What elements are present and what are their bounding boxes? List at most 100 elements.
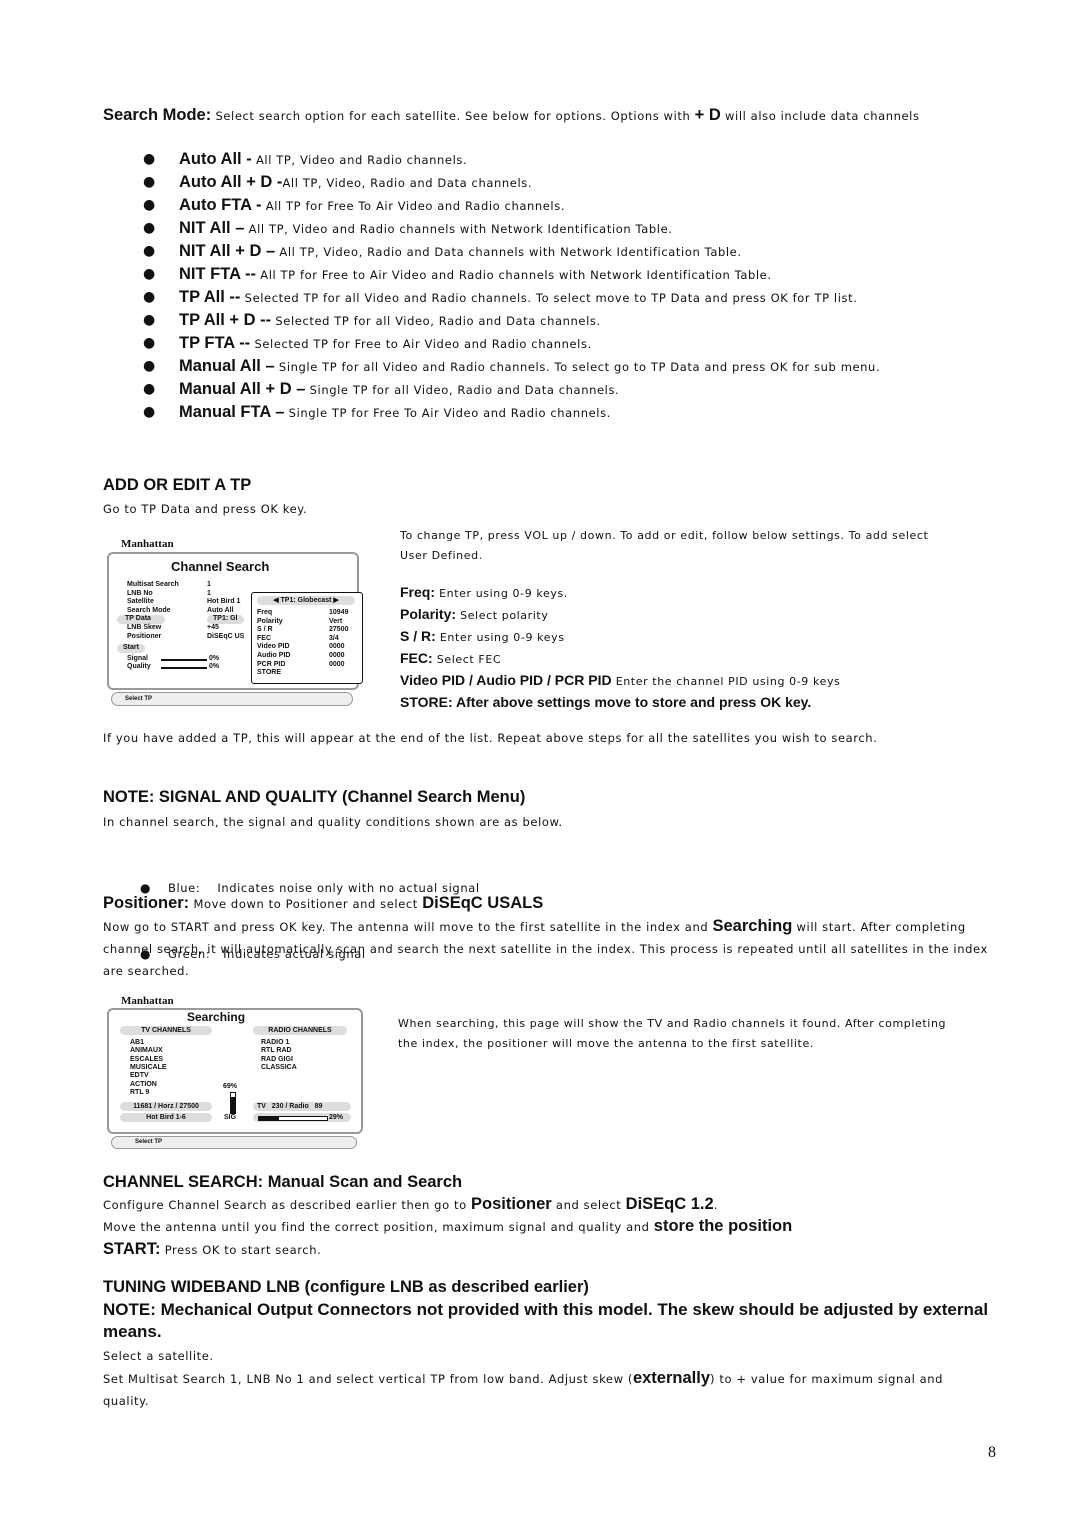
search-mode-paragraph: Search Mode: Select search option for ea… xyxy=(103,104,993,127)
option-desc: All TP, Video, Radio and Data channels w… xyxy=(275,245,742,259)
bold-term: DiSEqC USALS xyxy=(422,894,544,912)
bold-term: Search Mode: xyxy=(103,106,212,124)
option-term: TP All + D -- xyxy=(179,311,272,329)
bullet-icon: ● xyxy=(143,197,156,213)
menu-label: Satellite xyxy=(127,598,154,606)
positioner-paragraph: Now go to START and press OK key. The an… xyxy=(103,915,993,982)
list-item: ● Manual All + D – Single TP for all Vide… xyxy=(103,378,993,401)
text: Select search option for each satellite.… xyxy=(211,109,695,123)
list-item: ● Auto All - All TP, Video and Radio chan… xyxy=(103,148,993,171)
tp-field-label: Polarity xyxy=(257,617,283,625)
quality-label: Quality xyxy=(127,663,151,670)
option-desc: All TP for Free to Air Video and Radio c… xyxy=(255,268,772,282)
radio-channel-item: RTL RAD xyxy=(261,1047,292,1055)
menu-value: Hot Bird 1 xyxy=(207,598,241,606)
setting-line: Video PID / Audio PID / PCR PID Enter th… xyxy=(400,670,960,692)
option-term: Auto All - xyxy=(179,150,252,168)
tp-field-label: Freq xyxy=(257,609,273,616)
setting-line: FEC: Select FEC xyxy=(400,648,960,670)
help-text: Select TP xyxy=(125,696,153,702)
list-item: ● TP All -- Selected TP for all Video and… xyxy=(103,286,993,309)
tp-field-label: STORE xyxy=(257,669,281,677)
bullet-icon: ● xyxy=(143,243,156,259)
satellite-info: Hot Bird 1-6 xyxy=(120,1113,212,1122)
radio-header: RADIO CHANNELS xyxy=(253,1026,347,1035)
brand-logo: Manhattan xyxy=(121,538,174,550)
text: Enter using 0-9 keys. xyxy=(435,587,568,600)
tv-channel-item: ANIMAUX xyxy=(130,1047,163,1055)
option-desc: Selected TP for all Video, Radio and Dat… xyxy=(271,314,601,328)
screen-title: Searching xyxy=(187,1010,246,1024)
add-tp-intro: Go to TP Data and press OK key. xyxy=(103,502,308,516)
brand-logo: Manhattan xyxy=(121,995,174,1007)
option-term: NIT All – xyxy=(179,219,245,237)
setting-line: STORE: After above settings move to stor… xyxy=(400,692,960,714)
option-desc: All TP, Video and Radio channels. xyxy=(251,153,468,167)
option-term: Manual FTA – xyxy=(179,403,285,421)
bold-term: Positioner: xyxy=(103,894,190,912)
setting-line: Polarity: Select polarity xyxy=(400,604,960,626)
tp-field-value: 10949 xyxy=(329,609,349,616)
option-term: Manual All + D – xyxy=(179,380,306,398)
list-item: ● TP FTA -- Selected TP for Free to Air V… xyxy=(103,332,993,355)
option-term: NIT FTA -- xyxy=(179,265,256,283)
bold-term: + D xyxy=(694,106,721,124)
text: . xyxy=(713,1198,718,1212)
screen-title: Channel Search xyxy=(171,559,270,574)
text: will also include data channels xyxy=(720,109,920,123)
bold-term: DiSEqC 1.2 xyxy=(625,1195,714,1213)
tp-field-value: 0000 xyxy=(329,660,345,668)
searching-screenshot: Manhattan Searching TV CHANNELS RADIO CH… xyxy=(103,996,365,1151)
progress-bar xyxy=(258,1116,328,1121)
option-desc: Single TP for Free To Air Video and Radi… xyxy=(284,406,611,420)
tp-field-label: Audio PID xyxy=(257,652,291,659)
bold-term: store the position xyxy=(653,1217,793,1235)
manual-line-2: Move the antenna until you find the corr… xyxy=(103,1215,993,1238)
tuning-heading: TUNING WIDEBAND LNB (configure LNB as de… xyxy=(103,1278,589,1296)
list-item: ● Manual All – Single TP for all Video an… xyxy=(103,355,993,378)
tuning-note: NOTE: Mechanical Output Connectors not p… xyxy=(103,1300,989,1341)
option-desc: Single TP for all Video, Radio and Data … xyxy=(305,383,620,397)
menu-value: Auto All xyxy=(207,606,234,614)
bold-term: S / R: xyxy=(400,628,436,644)
tp-field-value: 0000 xyxy=(329,643,345,651)
list-item: ● NIT FTA -- All TP for Free to Air Video… xyxy=(103,263,993,286)
bold-term: Positioner xyxy=(470,1195,552,1213)
channel-counts: TV 230 / Radio 89 xyxy=(253,1102,351,1111)
tp-field-label: FEC xyxy=(257,634,271,642)
tv-channel-item: RTL 9 xyxy=(130,1088,150,1096)
tuning-line-1: Select a satellite. xyxy=(103,1349,214,1363)
bold-term: Freq: xyxy=(400,584,435,600)
bullet-icon: ● xyxy=(143,312,156,328)
option-term: TP All -- xyxy=(179,288,241,306)
menu-label: LNB No xyxy=(127,589,153,597)
tv-channel-item: AB1 xyxy=(130,1039,145,1046)
text: Press OK to start search. xyxy=(160,1243,322,1257)
bullet-icon: ● xyxy=(143,174,156,190)
note-signal-heading: NOTE: SIGNAL AND QUALITY (Channel Search… xyxy=(103,788,526,806)
menu-value: DiSEqC US xyxy=(207,632,245,640)
bold-term: Polarity: xyxy=(400,606,457,622)
tp-field-value: 0000 xyxy=(329,652,345,659)
text: To change TP, press VOL up / down. To ad… xyxy=(400,529,929,562)
radio-channel-item: RAD GIGI xyxy=(261,1055,293,1063)
tp-settings-text: To change TP, press VOL up / down. To ad… xyxy=(400,526,960,714)
tp-field-value: 27500 xyxy=(329,626,349,634)
option-term: Auto All + D - xyxy=(179,173,283,191)
positioner-line: Positioner: Move down to Positioner and … xyxy=(103,892,993,915)
option-desc: Selected TP for Free to Air Video and Ra… xyxy=(250,337,592,351)
signal-percent: 69% xyxy=(223,1083,238,1090)
option-desc: Selected TP for all Video and Radio chan… xyxy=(240,291,858,305)
bold-term: FEC: xyxy=(400,650,433,666)
menu-label: TP Data xyxy=(117,615,165,624)
sig-label: SIG xyxy=(224,1114,237,1121)
list-item: ● Auto FTA - All TP for Free To Air Video… xyxy=(103,194,993,217)
tv-channel-item: ACTION xyxy=(130,1080,157,1088)
bold-term: START: xyxy=(103,1240,161,1258)
setting-line: To change TP, press VOL up / down. To ad… xyxy=(400,526,960,566)
text: Set Multisat Search 1, LNB No 1 and sele… xyxy=(103,1372,633,1386)
manual-line-3: START: Press OK to start search. xyxy=(103,1238,993,1261)
tp-info: 11681 / Horz / 27500 xyxy=(120,1102,212,1111)
setting-line: Freq: Enter using 0-9 keys. xyxy=(400,582,960,604)
menu-label: Search Mode xyxy=(127,606,171,614)
